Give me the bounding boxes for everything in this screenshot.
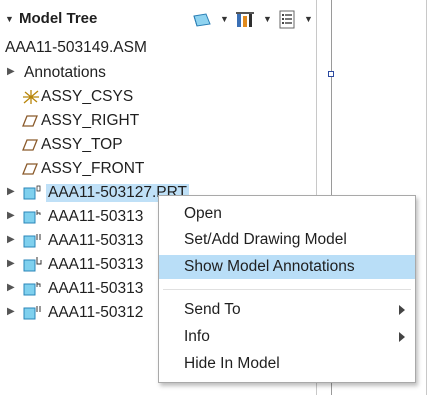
submenu-arrow-icon — [399, 305, 405, 315]
tree-settings-icon[interactable] — [235, 10, 257, 30]
graphics-border-line — [426, 0, 427, 395]
tree-item-label: AAA11-50313 — [48, 232, 144, 249]
part-icon — [23, 257, 43, 278]
menu-item-open[interactable]: Open — [159, 202, 415, 226]
part-icon — [23, 185, 43, 206]
expand-arrow-icon[interactable]: ▶ — [7, 66, 15, 77]
csys-icon — [22, 89, 40, 110]
tree-root-assembly[interactable]: AAA11-503149.ASM — [5, 39, 147, 57]
expand-arrow-icon[interactable]: ▶ — [7, 258, 15, 269]
display-icon[interactable] — [192, 10, 212, 30]
expand-arrow-icon[interactable]: ▶ — [7, 282, 15, 293]
menu-item-label: Info — [184, 328, 210, 345]
menu-item-label: Send To — [184, 301, 241, 318]
tree-item-annotations[interactable]: ▶ Annotations — [0, 62, 316, 84]
menu-item-info[interactable]: Info — [159, 325, 415, 349]
panel-title: Model Tree — [19, 10, 98, 27]
menu-item-label: Set/Add Drawing Model — [184, 231, 347, 248]
menu-item-label: Open — [184, 205, 222, 222]
part-icon — [23, 209, 43, 230]
tree-item-datum-top[interactable]: ASSY_TOP — [0, 134, 316, 156]
menu-item-hide-in-model[interactable]: Hide In Model — [159, 352, 415, 376]
datum-plane-icon — [22, 161, 38, 182]
settings-dropdown-icon[interactable]: ▼ — [263, 14, 272, 24]
model-tree-header: ▼ Model Tree ▼ ▼ ▼ — [0, 8, 316, 32]
part-icon — [23, 281, 43, 302]
tree-item-label: AAA11-50313 — [48, 280, 144, 297]
menu-item-set-add-drawing-model[interactable]: Set/Add Drawing Model — [159, 228, 415, 252]
expand-arrow-icon[interactable]: ▶ — [7, 210, 15, 221]
tree-item-label: Annotations — [24, 64, 106, 81]
graphics-marker — [328, 71, 334, 77]
submenu-arrow-icon — [399, 332, 405, 342]
list-dropdown-icon[interactable]: ▼ — [304, 14, 313, 24]
tree-item-label: ASSY_TOP — [41, 136, 123, 153]
tree-item-label: ASSY_FRONT — [41, 160, 145, 177]
tree-item-label: AAA11-50313 — [48, 256, 144, 273]
expand-arrow-icon[interactable]: ▶ — [7, 186, 15, 197]
display-dropdown-icon[interactable]: ▼ — [220, 14, 229, 24]
menu-separator — [163, 289, 411, 290]
tree-item-label: ASSY_CSYS — [41, 88, 134, 105]
tree-item-datum-front[interactable]: ASSY_FRONT — [0, 158, 316, 180]
tree-item-datum-right[interactable]: ASSY_RIGHT — [0, 110, 316, 132]
tree-item-label: AAA11-50312 — [48, 304, 144, 321]
datum-plane-icon — [22, 113, 38, 134]
tree-item-label: ASSY_RIGHT — [41, 112, 140, 129]
menu-item-label: Show Model Annotations — [184, 258, 355, 275]
list-icon[interactable] — [278, 10, 298, 30]
context-menu: Open Set/Add Drawing Model Show Model An… — [158, 195, 416, 383]
menu-item-show-model-annotations[interactable]: Show Model Annotations — [159, 255, 415, 279]
menu-item-send-to[interactable]: Send To — [159, 298, 415, 322]
expand-arrow-icon[interactable]: ▶ — [7, 234, 15, 245]
expand-arrow-icon[interactable]: ▶ — [7, 306, 15, 317]
part-icon — [23, 305, 43, 326]
tree-item-csys[interactable]: ASSY_CSYS — [0, 86, 316, 108]
menu-item-label: Hide In Model — [184, 355, 280, 372]
collapse-arrow-icon[interactable]: ▼ — [5, 14, 14, 24]
datum-plane-icon — [22, 137, 38, 158]
part-icon — [23, 233, 43, 254]
tree-item-label: AAA11-50313 — [48, 208, 144, 225]
